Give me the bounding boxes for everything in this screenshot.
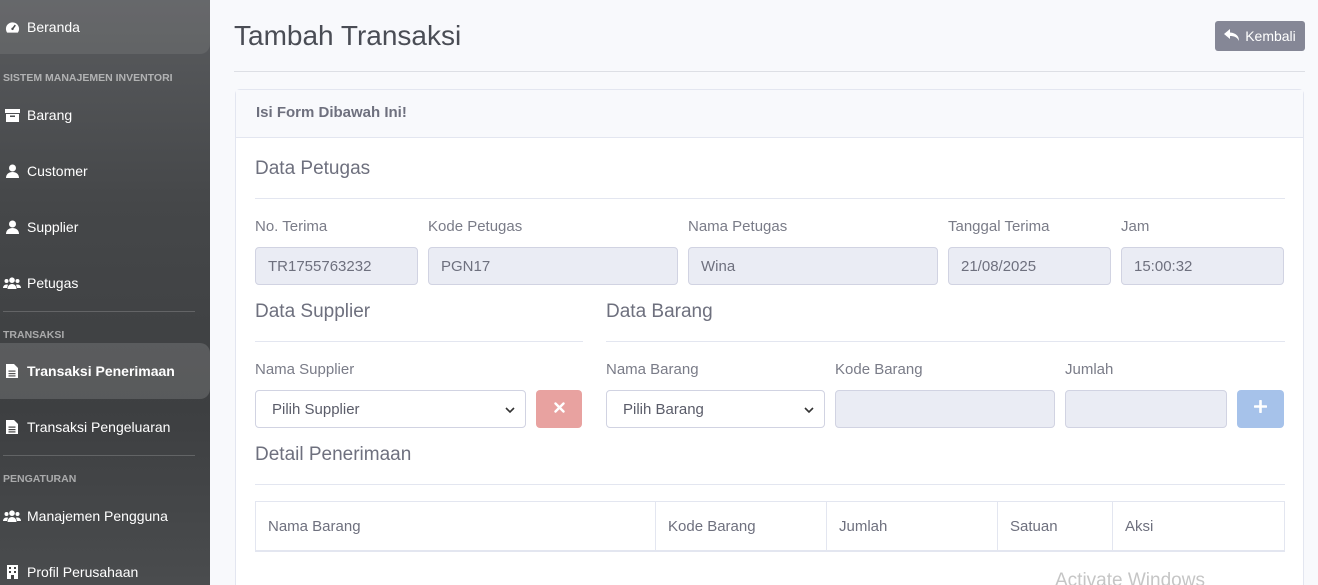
sidebar-item-label: Transaksi Pengeluaran: [27, 419, 171, 435]
reply-icon: [1224, 28, 1240, 44]
sidebar-item-beranda[interactable]: Beranda: [0, 0, 210, 54]
label-nama-petugas: Nama Petugas: [688, 218, 788, 235]
section-title-petugas: Data Petugas: [255, 158, 371, 179]
label-nama-barang: Nama Barang: [606, 361, 699, 378]
activate-windows-watermark: Activate Windows: [1055, 570, 1205, 585]
header-divider: [234, 71, 1305, 72]
form-card: Isi Form Dibawah Ini! Data Petugas No. T…: [235, 89, 1304, 585]
user-icon: [3, 220, 21, 234]
barang-select[interactable]: Pilih Barang: [606, 390, 825, 428]
sidebar-item-label: Profil Perusahaan: [27, 564, 139, 580]
building-icon: [3, 565, 21, 579]
file-icon: [3, 364, 21, 378]
label-nama-supplier: Nama Supplier: [255, 361, 355, 378]
barang-select-value: Pilih Barang: [623, 400, 704, 418]
sidebar-item-profil-perusahaan[interactable]: Profil Perusahaan: [0, 544, 210, 585]
sidebar-heading: SISTEM MANAJEMEN INVENTORI: [3, 72, 173, 84]
sidebar-item-petugas[interactable]: Petugas: [0, 255, 210, 311]
section-divider: [255, 484, 1285, 485]
kode-barang-field[interactable]: [835, 390, 1055, 428]
label-jumlah: Jumlah: [1065, 361, 1114, 378]
section-divider: [606, 341, 1285, 342]
column-header-satuan: Satuan: [998, 502, 1113, 550]
times-icon: [553, 400, 565, 418]
nama-petugas-field[interactable]: Wina: [688, 247, 938, 285]
card-header: Isi Form Dibawah Ini!: [236, 90, 1303, 138]
sidebar-divider: [3, 455, 195, 456]
column-header-aksi: Aksi: [1125, 517, 1154, 535]
back-button-label: Kembali: [1245, 28, 1296, 44]
chevron-down-icon: [804, 401, 814, 418]
label-jam: Jam: [1121, 218, 1150, 235]
section-divider: [255, 198, 1285, 199]
supplier-select[interactable]: Pilih Supplier: [255, 390, 526, 428]
label-no-terima: No. Terima: [255, 218, 328, 235]
section-title-detail: Detail Penerimaan: [255, 444, 412, 465]
sidebar-item-supplier[interactable]: Supplier: [0, 199, 210, 255]
label-kode-petugas: Kode Petugas: [428, 218, 523, 235]
column-header-nama-barang: Nama Barang: [256, 502, 656, 550]
back-button[interactable]: Kembali: [1215, 21, 1305, 51]
sidebar-divider: [3, 311, 195, 312]
label-tanggal-terima: Tanggal Terima: [948, 218, 1050, 235]
detail-table-header: Nama Barang Kode Barang Jumlah Satuan Ak…: [255, 501, 1285, 552]
section-divider: [255, 341, 583, 342]
file-icon: [3, 420, 21, 434]
sidebar-item-label: Transaksi Penerimaan: [27, 363, 175, 379]
kode-petugas-field[interactable]: PGN17: [428, 247, 678, 285]
section-title-supplier: Data Supplier: [255, 301, 371, 322]
sidebar-item-manajemen-pengguna[interactable]: Manajemen Pengguna: [0, 488, 210, 544]
box-icon: [3, 108, 21, 122]
users-icon: [3, 277, 21, 289]
column-header-kode-barang: Kode Barang: [656, 502, 827, 550]
sidebar-item-customer[interactable]: Customer: [0, 143, 210, 199]
plus-icon: [1253, 399, 1268, 418]
sidebar-item-transaksi-pengeluaran[interactable]: Transaksi Pengeluaran: [0, 399, 210, 455]
chevron-down-icon: [505, 401, 515, 418]
sidebar-item-label: Supplier: [27, 219, 79, 235]
tachometer-icon: [3, 20, 21, 34]
add-item-button[interactable]: [1237, 390, 1284, 428]
sidebar-item-barang[interactable]: Barang: [0, 87, 210, 143]
tanggal-terima-field[interactable]: 21/08/2025: [948, 247, 1111, 285]
sidebar-item-transaksi-penerimaan[interactable]: Transaksi Penerimaan: [0, 343, 210, 399]
no-terima-field[interactable]: TR1755763232: [255, 247, 418, 285]
sidebar-item-label: Beranda: [27, 19, 80, 35]
sidebar-heading: PENGATURAN: [3, 473, 77, 485]
sidebar-item-label: Customer: [27, 163, 88, 179]
page-title: Tambah Transaksi: [234, 20, 462, 51]
jam-field[interactable]: 15:00:32: [1121, 247, 1284, 285]
sidebar-heading: TRANSAKSI: [3, 329, 65, 341]
label-kode-barang: Kode Barang: [835, 361, 923, 378]
users-icon: [3, 510, 21, 522]
jumlah-field[interactable]: [1065, 390, 1227, 428]
user-icon: [3, 164, 21, 178]
sidebar-item-label: Manajemen Pengguna: [27, 508, 168, 524]
sidebar-item-label: Petugas: [27, 275, 79, 291]
sidebar: Beranda SISTEM MANAJEMEN INVENTORI Baran…: [0, 0, 210, 585]
section-title-barang: Data Barang: [606, 301, 713, 322]
supplier-select-value: Pilih Supplier: [272, 400, 360, 418]
sidebar-item-label: Barang: [27, 107, 73, 123]
clear-supplier-button[interactable]: [536, 390, 582, 428]
column-header-jumlah: Jumlah: [827, 502, 998, 550]
